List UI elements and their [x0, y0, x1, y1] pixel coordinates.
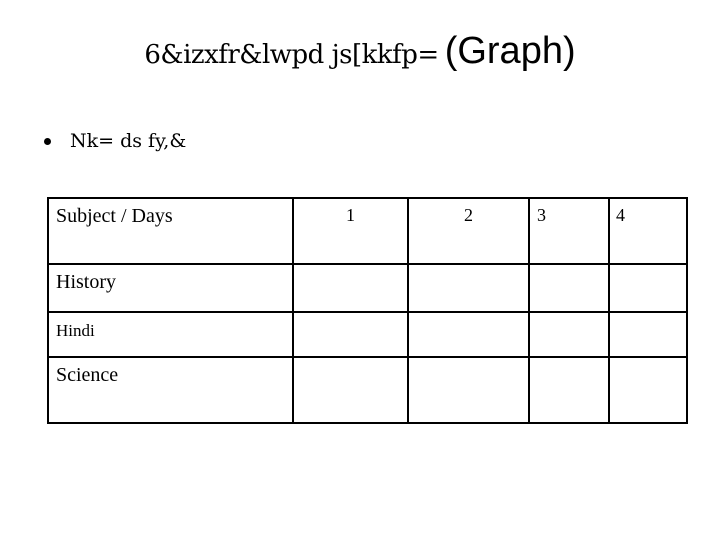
header-label: 4 — [616, 205, 625, 225]
header-label: 3 — [537, 205, 546, 225]
header-label: 1 — [346, 205, 355, 225]
bullet-text: Nk= ds fy,& — [70, 130, 187, 152]
value-cell — [407, 356, 530, 424]
value-cell — [528, 356, 610, 424]
value-cell — [292, 356, 409, 424]
subject-label: History — [56, 271, 116, 293]
header-cell-day-3: 3 — [528, 197, 610, 265]
table-row: Science — [47, 356, 688, 424]
header-cell-day-2: 2 — [407, 197, 530, 265]
header-cell-subject-days: Subject / Days — [47, 197, 294, 265]
subject-label: Science — [56, 364, 119, 386]
header-label: Subject / Days — [56, 205, 173, 227]
slide-title-suffix: (Graph) — [444, 30, 576, 72]
value-cell — [608, 311, 688, 358]
subject-cell: History — [47, 263, 294, 313]
value-cell — [608, 356, 688, 424]
subject-cell: Hindi — [47, 311, 294, 358]
subject-label: Hindi — [56, 321, 95, 340]
value-cell — [608, 263, 688, 313]
table-row: History — [47, 263, 688, 313]
bullet-icon — [44, 137, 51, 145]
slide-title: 6&izxfr&lwpd js[kkfp= (Graph) — [0, 30, 720, 73]
value-cell — [528, 311, 610, 358]
subject-cell: Science — [47, 356, 294, 424]
slide-title-main: 6&izxfr&lwpd js[kkfp= — [144, 40, 439, 70]
table-header-row: Subject / Days 1 2 3 4 — [47, 197, 688, 265]
table-row: Hindi — [47, 311, 688, 358]
value-cell — [292, 263, 409, 313]
value-cell — [528, 263, 610, 313]
header-label: 2 — [464, 205, 473, 225]
value-cell — [407, 263, 530, 313]
value-cell — [292, 311, 409, 358]
header-cell-day-1: 1 — [292, 197, 409, 265]
bullet-item: Nk= ds fy,& — [44, 130, 186, 152]
value-cell — [407, 311, 530, 358]
header-cell-day-4: 4 — [608, 197, 688, 265]
subject-days-table: Subject / Days 1 2 3 4 History Hindi Sci… — [47, 197, 688, 424]
